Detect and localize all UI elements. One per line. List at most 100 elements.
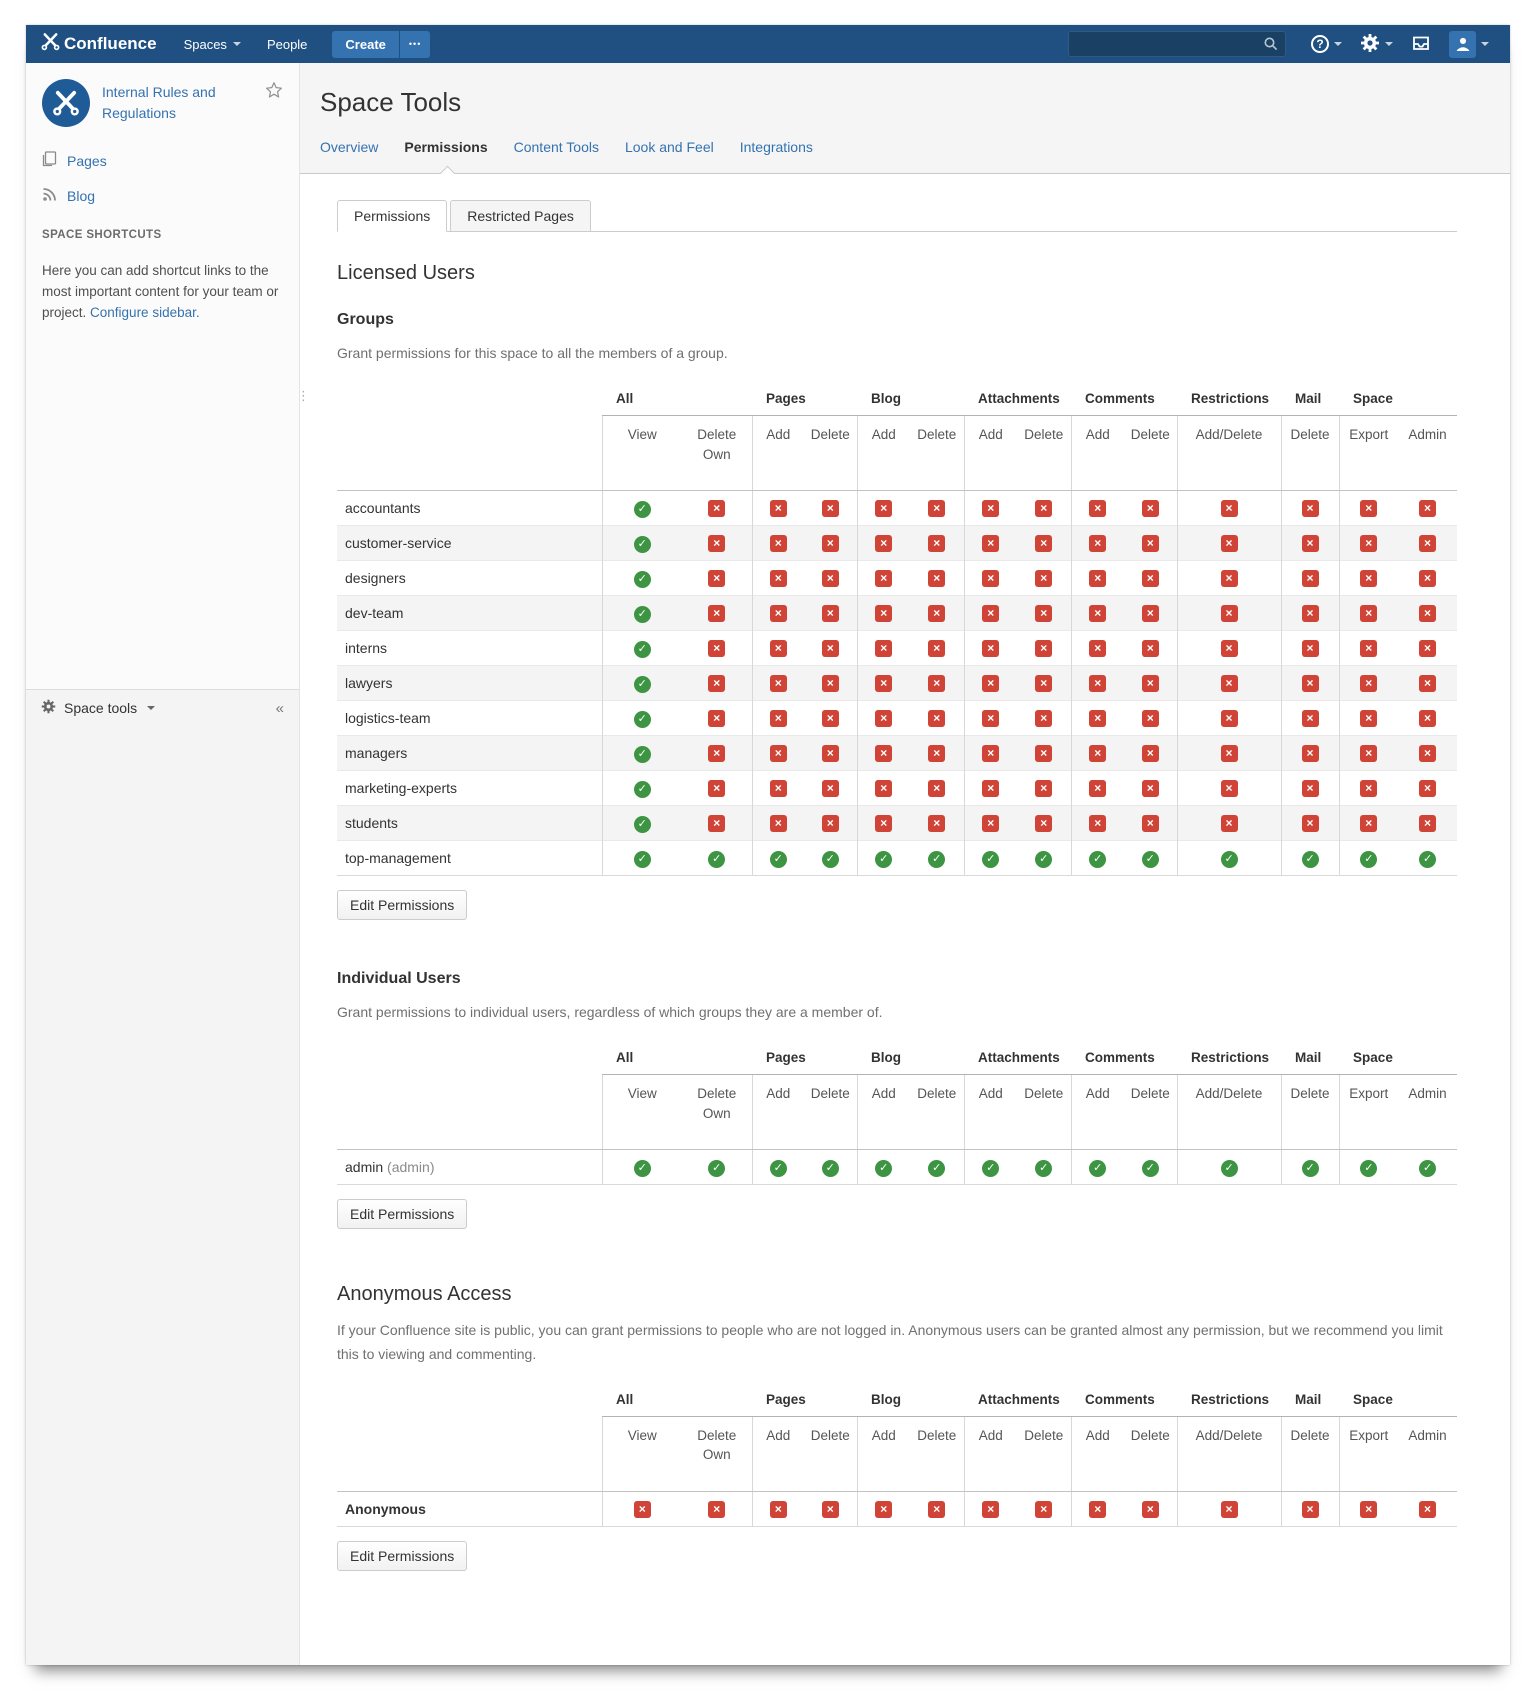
denied-icon: × xyxy=(1089,1501,1106,1518)
granted-icon: ✓ xyxy=(634,711,651,728)
denied-icon: × xyxy=(1221,815,1238,832)
granted-icon: ✓ xyxy=(1419,851,1436,868)
denied-icon: × xyxy=(708,640,725,657)
main-area: Space Tools OverviewPermissionsContent T… xyxy=(300,63,1510,1665)
space-nav-content-tools[interactable]: Content Tools xyxy=(514,139,599,155)
individual-permissions-table: AllPagesBlogAttachmentsCommentsRestricti… xyxy=(337,1044,1470,1185)
create-button[interactable]: Create xyxy=(332,31,398,58)
space-nav-overview[interactable]: Overview xyxy=(320,139,378,155)
favorite-star-icon[interactable] xyxy=(265,81,283,127)
denied-icon: × xyxy=(928,1501,945,1518)
denied-icon: × xyxy=(982,640,999,657)
tab-permissions[interactable]: Permissions xyxy=(337,200,447,232)
collapse-sidebar-button[interactable]: « xyxy=(276,700,284,717)
configure-sidebar-link[interactable]: Configure sidebar. xyxy=(90,305,200,320)
denied-icon: × xyxy=(1360,710,1377,727)
column-group-restrictions: Restrictions xyxy=(1177,385,1281,416)
nav-people[interactable]: People xyxy=(254,25,320,63)
edit-individual-permissions-button[interactable]: Edit Permissions xyxy=(337,1199,467,1229)
denied-icon: × xyxy=(1302,640,1319,657)
denied-icon: × xyxy=(1035,1501,1052,1518)
denied-icon: × xyxy=(875,1501,892,1518)
granted-icon: ✓ xyxy=(822,851,839,868)
column-header-delete: Delete xyxy=(1124,416,1177,491)
denied-icon: × xyxy=(822,500,839,517)
denied-icon: × xyxy=(708,780,725,797)
help-button[interactable]: ? xyxy=(1302,25,1351,63)
denied-icon: × xyxy=(1221,780,1238,797)
space-logo[interactable] xyxy=(42,79,90,127)
granted-icon: ✓ xyxy=(1035,851,1052,868)
column-header-export: Export xyxy=(1339,416,1398,491)
sidebar-footer-area: Space tools « xyxy=(26,689,299,1665)
denied-icon: × xyxy=(770,1501,787,1518)
groups-heading: Groups xyxy=(337,311,1470,329)
granted-icon: ✓ xyxy=(634,746,651,763)
denied-icon: × xyxy=(982,815,999,832)
space-nav-integrations[interactable]: Integrations xyxy=(740,139,813,155)
granted-icon: ✓ xyxy=(634,501,651,518)
user-menu-button[interactable] xyxy=(1440,25,1498,63)
denied-icon: × xyxy=(1419,710,1436,727)
sidebar-resize-handle[interactable]: ⋮ xyxy=(297,388,310,404)
groups-description: Grant permissions for this space to all … xyxy=(337,342,1457,365)
pages-icon xyxy=(42,151,57,170)
denied-icon: × xyxy=(875,535,892,552)
individual-users-heading: Individual Users xyxy=(337,970,1470,988)
row-label: customer-service xyxy=(345,535,452,551)
column-header-delete: Delete xyxy=(804,1416,857,1491)
column-header-delete: Delete xyxy=(1281,1075,1339,1150)
permission-row-lawyers: lawyers✓××××××××××××× xyxy=(337,666,1457,701)
column-header-delete: Delete xyxy=(1017,416,1071,491)
confluence-logo[interactable]: Confluence xyxy=(40,31,157,57)
column-header-delete: Delete xyxy=(910,416,964,491)
tab-restricted-pages[interactable]: Restricted Pages xyxy=(450,200,591,232)
sidebar-item-blog[interactable]: Blog xyxy=(42,187,283,205)
column-group-restrictions: Restrictions xyxy=(1177,1044,1281,1075)
settings-button[interactable] xyxy=(1351,25,1402,63)
granted-icon: ✓ xyxy=(982,1160,999,1177)
denied-icon: × xyxy=(982,535,999,552)
permission-row-customer-service: customer-service✓××××××××××××× xyxy=(337,526,1457,561)
permission-row-admin: admin (admin)✓✓✓✓✓✓✓✓✓✓✓✓✓✓ xyxy=(337,1150,1457,1185)
permission-row-top-management: top-management✓✓✓✓✓✓✓✓✓✓✓✓✓✓ xyxy=(337,841,1457,876)
edit-anonymous-permissions-button[interactable]: Edit Permissions xyxy=(337,1541,467,1571)
column-header-export: Export xyxy=(1339,1075,1398,1150)
column-header-admin: Admin xyxy=(1398,1075,1457,1150)
notifications-button[interactable] xyxy=(1402,25,1440,63)
denied-icon: × xyxy=(822,570,839,587)
denied-icon: × xyxy=(1089,640,1106,657)
denied-icon: × xyxy=(822,780,839,797)
column-header-delete: Delete xyxy=(910,1416,964,1491)
space-shortcuts-text: Here you can add shortcut links to the m… xyxy=(42,261,283,324)
granted-icon: ✓ xyxy=(634,606,651,623)
denied-icon: × xyxy=(1419,780,1436,797)
search-input[interactable] xyxy=(1077,37,1259,52)
tray-icon xyxy=(1411,33,1431,56)
column-header-delete: Delete xyxy=(1124,1416,1177,1491)
denied-icon: × xyxy=(1089,815,1106,832)
denied-icon: × xyxy=(708,710,725,727)
denied-icon: × xyxy=(1089,675,1106,692)
row-label: logistics-team xyxy=(345,710,431,726)
denied-icon: × xyxy=(928,570,945,587)
search-box[interactable] xyxy=(1068,31,1286,57)
granted-icon: ✓ xyxy=(1360,1160,1377,1177)
denied-icon: × xyxy=(875,815,892,832)
create-more-button[interactable]: ••• xyxy=(400,31,430,58)
edit-groups-permissions-button[interactable]: Edit Permissions xyxy=(337,890,467,920)
denied-icon: × xyxy=(928,640,945,657)
space-tools-menu[interactable]: Space tools « xyxy=(26,690,299,726)
denied-icon: × xyxy=(928,710,945,727)
nav-spaces[interactable]: Spaces xyxy=(171,25,254,63)
column-header-view: View xyxy=(602,1075,682,1150)
help-icon: ? xyxy=(1311,35,1329,53)
denied-icon: × xyxy=(1089,780,1106,797)
denied-icon: × xyxy=(982,710,999,727)
permissions-content: ⋮ PermissionsRestricted Pages Licensed U… xyxy=(300,174,1510,1665)
space-name-link[interactable]: Internal Rules and Regulations xyxy=(102,79,253,127)
granted-icon: ✓ xyxy=(770,851,787,868)
space-nav-look-and-feel[interactable]: Look and Feel xyxy=(625,139,714,155)
space-nav-permissions[interactable]: Permissions xyxy=(404,139,487,155)
sidebar-item-pages[interactable]: Pages xyxy=(42,151,283,170)
